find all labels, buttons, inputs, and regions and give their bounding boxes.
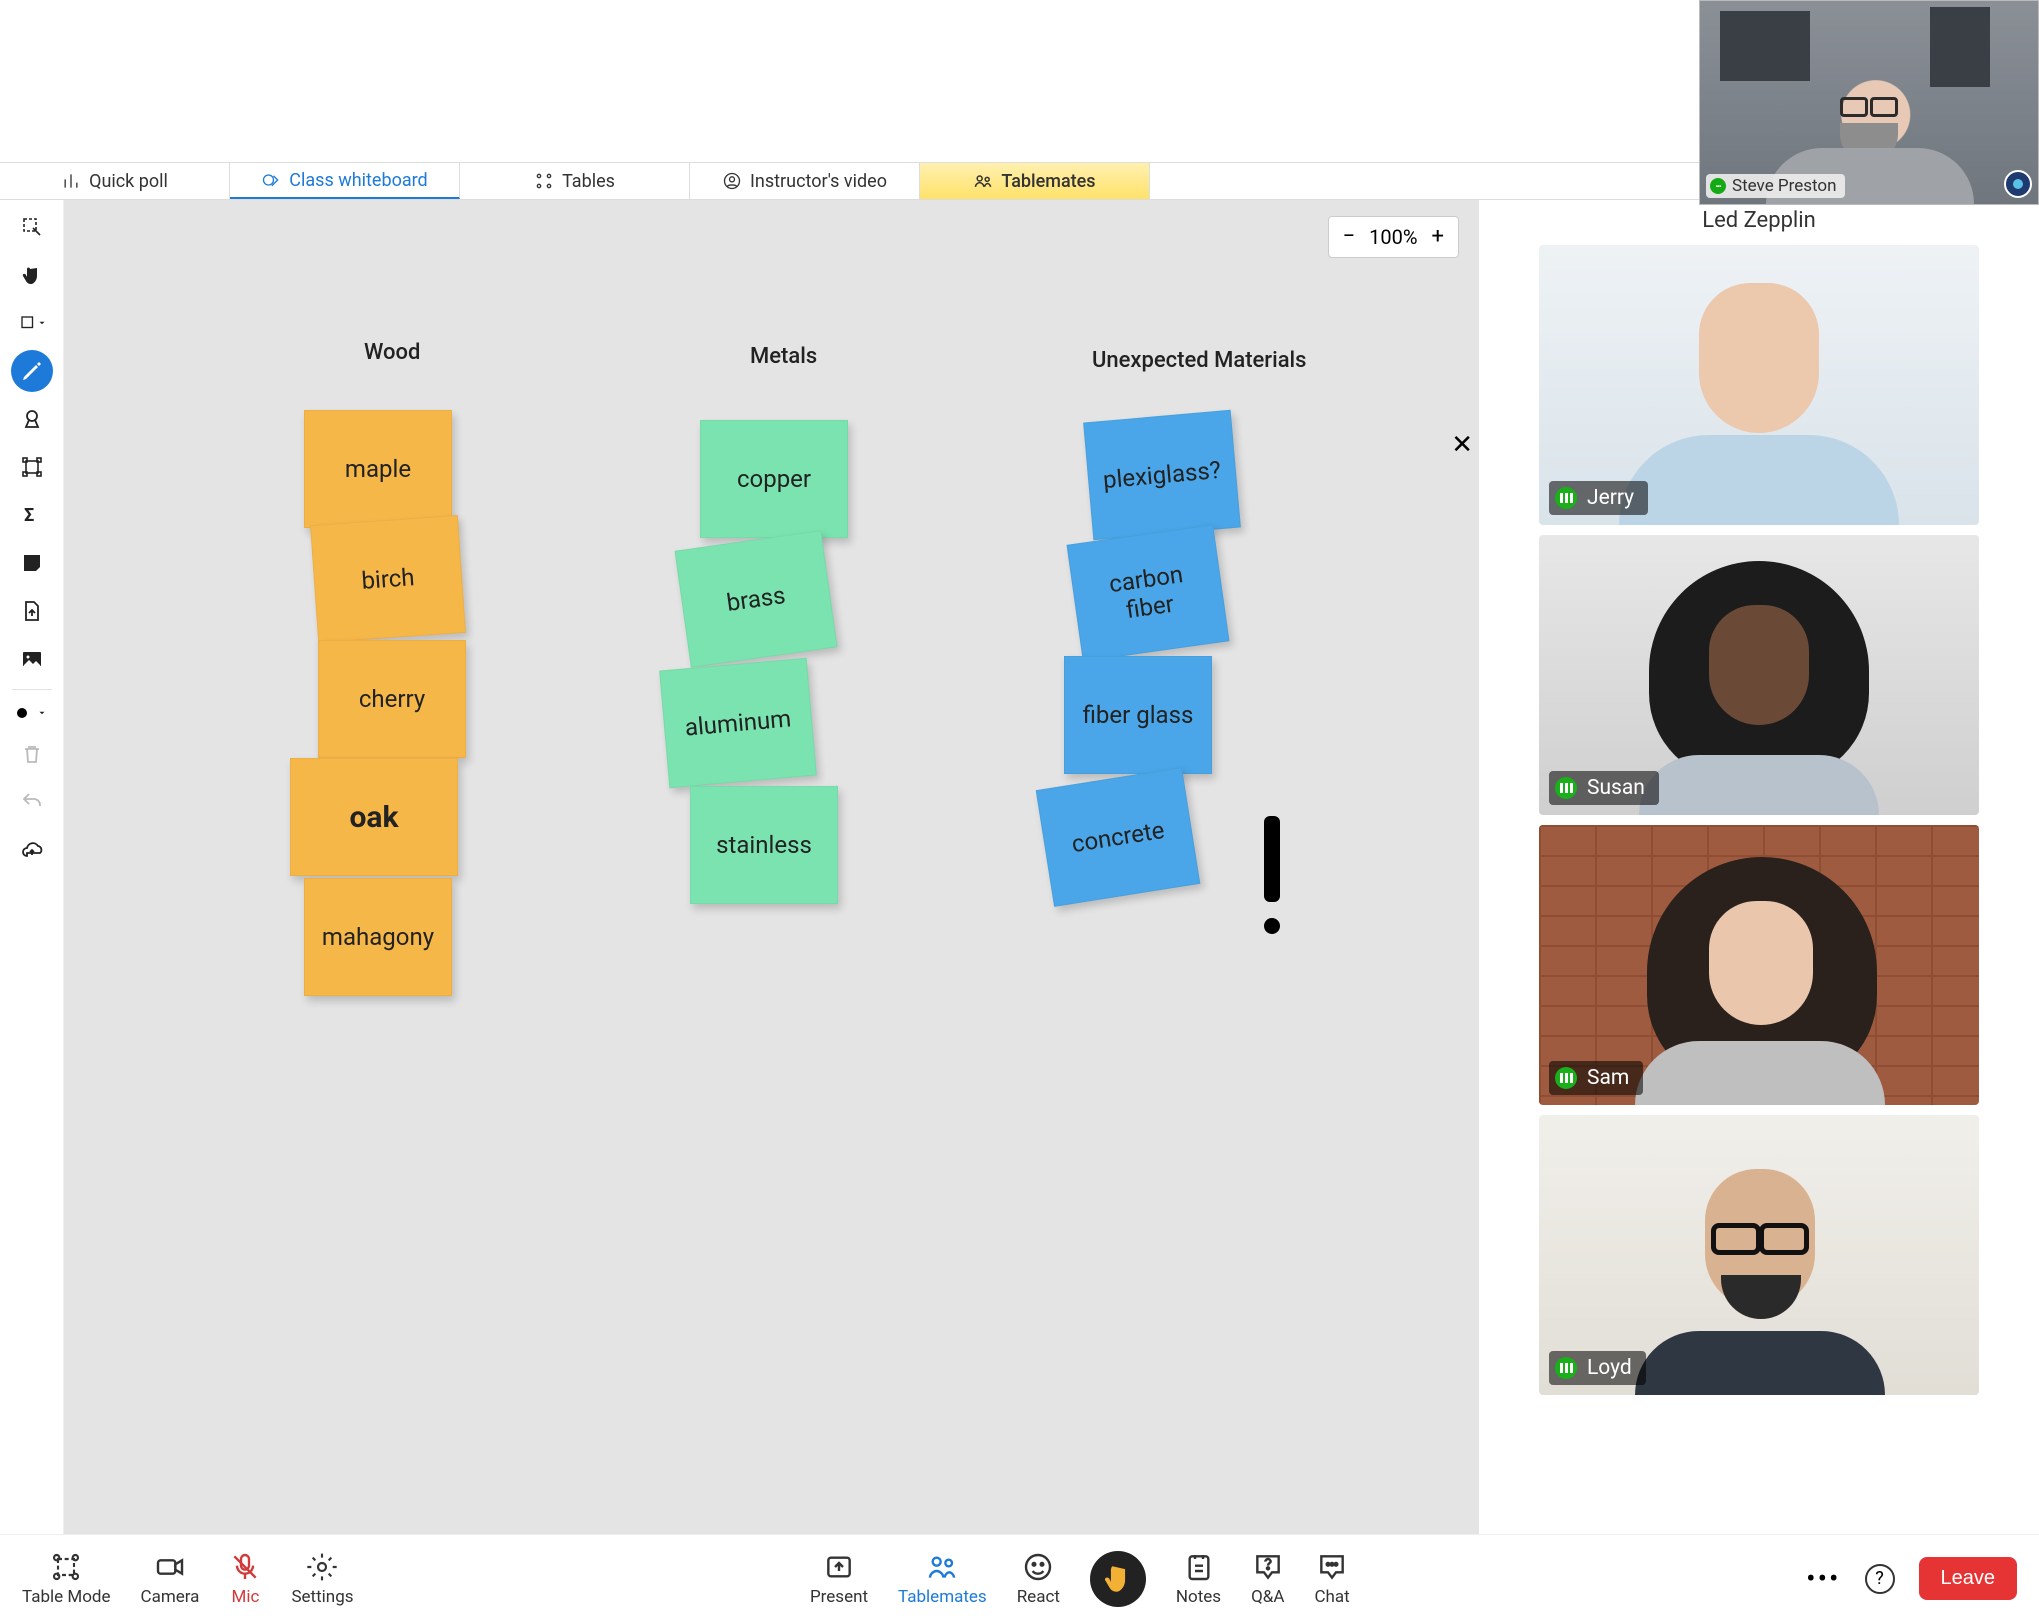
shape-tool[interactable]: [11, 302, 53, 344]
zoom-in-button[interactable]: +: [1432, 226, 1444, 248]
people-icon: [973, 171, 993, 191]
close-icon[interactable]: ✕: [1451, 430, 1473, 460]
column-header-metals: Metals: [750, 344, 817, 369]
sticky-note[interactable]: oak: [290, 758, 458, 876]
select-tool[interactable]: [11, 206, 53, 248]
whiteboard-canvas[interactable]: − 100% + ✕ Wood Metals Unexpected Materi…: [64, 200, 1479, 1566]
bottom-controls: Table Mode Camera Mic Settings Present T…: [0, 1534, 2039, 1622]
sticky-note[interactable]: concrete: [1036, 767, 1201, 907]
delete-tool[interactable]: [11, 733, 53, 775]
mic-active-icon: [1555, 487, 1577, 509]
participant-name-badge: Sam: [1549, 1061, 1643, 1095]
transform-tool[interactable]: [11, 446, 53, 488]
tab-class-whiteboard[interactable]: Class whiteboard: [230, 163, 460, 199]
zoom-out-button[interactable]: −: [1343, 226, 1356, 248]
zoom-level: 100%: [1369, 225, 1417, 249]
stroke-size-picker[interactable]: [11, 699, 53, 727]
participant-tile[interactable]: Susan: [1539, 535, 1979, 815]
sticky-note[interactable]: maple: [304, 410, 452, 528]
column-header-unexpected: Unexpected Materials: [1092, 348, 1306, 373]
participant-tile[interactable]: Jerry: [1539, 245, 1979, 525]
person-circle-icon: [722, 171, 742, 191]
mic-active-icon: [1710, 178, 1726, 194]
palette-pen-icon: [261, 170, 281, 190]
mic-off-icon: [229, 1551, 261, 1583]
mic-active-icon: [1555, 777, 1577, 799]
instructor-name-badge: Steve Preston: [1706, 174, 1845, 198]
camera-icon: [154, 1551, 186, 1583]
notes-button[interactable]: Notes: [1176, 1551, 1221, 1607]
undo-tool[interactable]: [11, 781, 53, 823]
camera-button[interactable]: Camera: [141, 1551, 200, 1607]
participant-tile[interactable]: Sam: [1539, 825, 1979, 1105]
tab-tablemates[interactable]: Tablemates: [920, 163, 1150, 199]
tab-tables[interactable]: Tables: [460, 163, 690, 199]
pen-tool[interactable]: [11, 350, 53, 392]
leave-button[interactable]: Leave: [1919, 1557, 2018, 1600]
table-mode-button[interactable]: Table Mode: [22, 1551, 111, 1607]
mic-button[interactable]: Mic: [229, 1551, 261, 1607]
drawn-mark-dot: [1264, 918, 1280, 934]
participant-name-badge: Loyd: [1549, 1351, 1646, 1385]
qa-button[interactable]: Q&A: [1251, 1551, 1284, 1607]
present-icon: [823, 1551, 855, 1583]
sticky-note[interactable]: copper: [700, 420, 848, 538]
whiteboard-toolbar: Σ: [0, 200, 64, 1566]
platform-badge-icon: [2004, 170, 2032, 198]
people-icon: [926, 1551, 958, 1583]
help-button[interactable]: ?: [1865, 1564, 1895, 1594]
svg-text:Σ: Σ: [24, 505, 34, 526]
raised-hand-icon: [1101, 1562, 1135, 1596]
bar-chart-icon: [61, 171, 81, 191]
tab-instructor-video[interactable]: Instructor's video: [690, 163, 920, 199]
sticky-note[interactable]: mahagony: [304, 878, 452, 996]
raise-hand-button[interactable]: [1090, 1551, 1146, 1607]
instructor-video-tile[interactable]: Steve Preston: [1699, 0, 2039, 205]
highlighter-tool[interactable]: [11, 398, 53, 440]
mic-active-icon: [1555, 1357, 1577, 1379]
gear-icon: [306, 1551, 338, 1583]
sticky-note[interactable]: stainless: [690, 786, 838, 904]
sticky-note[interactable]: aluminum: [659, 658, 817, 788]
more-options-button[interactable]: •••: [1806, 1562, 1840, 1595]
settings-button[interactable]: Settings: [291, 1551, 353, 1607]
tab-quick-poll[interactable]: Quick poll: [0, 163, 230, 199]
sticky-note[interactable]: carbon fiber: [1067, 524, 1230, 661]
chat-button[interactable]: Chat: [1314, 1551, 1349, 1607]
sticky-note[interactable]: plexiglass?: [1083, 410, 1241, 540]
tablemates-button[interactable]: Tablemates: [898, 1551, 987, 1607]
column-header-wood: Wood: [364, 340, 420, 365]
file-upload-tool[interactable]: [11, 590, 53, 632]
participant-tile[interactable]: Loyd: [1539, 1115, 1979, 1395]
tablemates-panel: Led Zepplin Jerry Susan Sam Loyd: [1479, 200, 2039, 1566]
instructor-name: Steve Preston: [1732, 176, 1837, 196]
notes-icon: [1183, 1551, 1215, 1583]
smile-icon: [1022, 1551, 1054, 1583]
table-name: Led Zepplin: [1479, 200, 2039, 241]
image-tool[interactable]: [11, 638, 53, 680]
zoom-control: − 100% +: [1328, 216, 1459, 258]
mic-active-icon: [1555, 1067, 1577, 1089]
sticky-note[interactable]: birch: [310, 515, 466, 643]
present-button[interactable]: Present: [810, 1551, 868, 1607]
sticky-note[interactable]: brass: [675, 530, 838, 667]
cloud-save-tool[interactable]: [11, 829, 53, 871]
table-mode-icon: [50, 1551, 82, 1583]
sticky-note[interactable]: cherry: [318, 640, 466, 758]
chat-icon: [1316, 1551, 1348, 1583]
react-button[interactable]: React: [1017, 1551, 1060, 1607]
participant-name-badge: Jerry: [1549, 481, 1648, 515]
tables-icon: [534, 171, 554, 191]
pan-tool[interactable]: [11, 254, 53, 296]
sticky-note-tool[interactable]: [11, 542, 53, 584]
formula-tool[interactable]: Σ: [11, 494, 53, 536]
qa-icon: [1252, 1551, 1284, 1583]
sticky-note[interactable]: fiber glass: [1064, 656, 1212, 774]
drawn-mark: [1264, 816, 1280, 902]
participant-name-badge: Susan: [1549, 771, 1659, 805]
